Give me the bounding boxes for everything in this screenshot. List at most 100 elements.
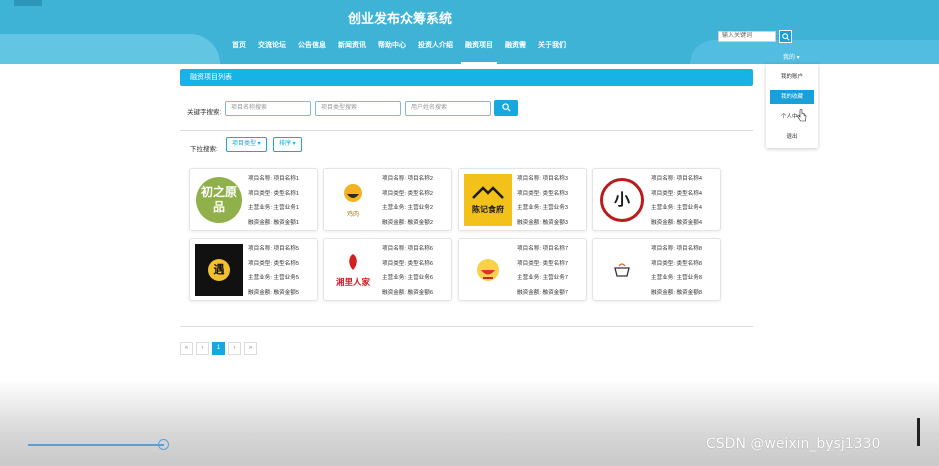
project-logo: 初之原品	[195, 174, 243, 226]
watermark: CSDN @weixin_bysj1330	[706, 436, 881, 452]
pagination-page-1[interactable]: 1	[212, 342, 225, 355]
card-project-name: 项目名称: 项目名称3	[517, 176, 568, 182]
card-project-type: 项目类型: 类型名称4	[651, 190, 702, 197]
divider	[180, 326, 753, 327]
project-card[interactable]: 项目名称: 项目名称8 项目类型: 类型名称8 主营业务: 主营业务8 融资金额…	[592, 238, 721, 301]
dropdown-search-label: 下拉搜索:	[190, 146, 218, 153]
card-project-name: 项目名称: 项目名称8	[651, 246, 702, 252]
nav-needs[interactable]: 融资需	[499, 40, 532, 60]
project-logo: 湘里人家	[329, 244, 377, 296]
header-wave-decoration-right	[690, 40, 939, 64]
logo-text: 鸡肉	[346, 212, 359, 218]
project-name-search-input[interactable]: 项目名称搜索	[225, 101, 311, 116]
video-progress-knob[interactable]	[158, 439, 169, 450]
site-title: 创业发布众筹系统	[347, 11, 452, 26]
pot-logo-icon	[614, 263, 630, 277]
project-logo: 陈记食府	[464, 174, 512, 226]
pagination-first[interactable]: «	[180, 342, 193, 355]
project-logo	[464, 244, 512, 296]
logo-text: 湘里人家	[335, 277, 370, 288]
nav-projects[interactable]: 融资项目	[459, 40, 499, 64]
project-card[interactable]: 陈记食府 项目名称: 项目名称3 项目类型: 类型名称3 主营业务: 主营业务3…	[458, 168, 587, 231]
header-search-button[interactable]	[779, 30, 792, 43]
pagination-next[interactable]: ›	[228, 342, 241, 355]
keyword-search-label: 关键字搜索:	[187, 109, 222, 116]
search-icon	[781, 33, 790, 41]
hand-cursor-icon	[797, 109, 807, 122]
card-project-name: 项目名称: 项目名称5	[248, 246, 299, 252]
user-dropdown: 我的账户 我的收藏 个人中心 退出	[766, 64, 818, 148]
card-funding-amount: 融资金额: 融资金额7	[517, 289, 568, 296]
card-funding-amount: 融资金额: 融资金额4	[651, 219, 702, 226]
card-project-name: 项目名称: 项目名称6	[382, 246, 433, 252]
project-card[interactable]: 项目名称: 项目名称7 项目类型: 类型名称7 主营业务: 主营业务7 融资金额…	[458, 238, 587, 301]
card-funding-amount: 融资金额: 融资金额2	[382, 219, 433, 226]
card-project-name: 项目名称: 项目名称7	[517, 246, 568, 252]
keyword-search-button[interactable]	[494, 100, 518, 116]
card-project-type: 项目类型: 类型名称2	[382, 190, 433, 197]
logo-text: 陈记食府	[472, 204, 504, 214]
nav-help[interactable]: 帮助中心	[372, 40, 412, 60]
nav-investors[interactable]: 投资人介绍	[412, 40, 459, 60]
card-funding-amount: 融资金额: 融资金额8	[651, 289, 702, 296]
sort-select[interactable]: 排序 ▾	[273, 137, 302, 152]
card-main-business: 主营业务: 主营业务2	[382, 205, 433, 211]
card-project-type: 项目类型: 类型名称7	[517, 260, 568, 267]
project-card[interactable]: 鸡肉 项目名称: 项目名称2 项目类型: 类型名称2 主营业务: 主营业务2 融…	[323, 168, 452, 231]
video-overlay-fade	[0, 380, 939, 466]
nav-forum[interactable]: 交流论坛	[252, 40, 292, 60]
project-card[interactable]: 湘里人家 项目名称: 项目名称6 项目类型: 类型名称6 主营业务: 主营业务6…	[323, 238, 452, 301]
card-main-business: 主营业务: 主营业务7	[517, 275, 568, 281]
list-title: 融资项目列表	[180, 69, 753, 86]
project-logo: 小	[598, 174, 646, 226]
card-main-business: 主营业务: 主营业务3	[517, 205, 568, 211]
card-main-business: 主营业务: 主营业务1	[248, 205, 299, 211]
nav-notice[interactable]: 公告信息	[292, 40, 332, 60]
logo-text: 遇	[208, 259, 230, 281]
divider	[180, 130, 753, 131]
pagination-prev[interactable]: ‹	[196, 342, 209, 355]
card-project-type: 项目类型: 类型名称8	[651, 260, 702, 267]
bowl-logo-icon	[477, 259, 499, 281]
project-card[interactable]: 小 项目名称: 项目名称4 项目类型: 类型名称4 主营业务: 主营业务4 融资…	[592, 168, 721, 231]
card-funding-amount: 融资金额: 融资金额6	[382, 289, 433, 296]
card-project-name: 项目名称: 项目名称2	[382, 176, 433, 182]
nav-home[interactable]: 首页	[226, 40, 252, 60]
project-card[interactable]: 遇 项目名称: 项目名称5 项目类型: 类型名称5 主营业务: 主营业务5 融资…	[189, 238, 318, 301]
nav-about[interactable]: 关于我们	[532, 40, 572, 60]
card-funding-amount: 融资金额: 融资金额1	[248, 219, 299, 226]
project-type-select[interactable]: 项目类型 ▾	[226, 137, 267, 152]
nav-news[interactable]: 新闻资讯	[332, 40, 372, 60]
video-progress-bar[interactable]	[28, 444, 164, 446]
logo-text: 初之原品	[196, 177, 242, 223]
card-project-type: 项目类型: 类型名称5	[248, 260, 299, 267]
dropdown-profile[interactable]: 个人中心	[766, 107, 818, 127]
edge-bar	[917, 418, 920, 446]
dropdown-my-account[interactable]: 我的账户	[766, 67, 818, 87]
pepper-logo-icon	[349, 253, 357, 270]
card-project-name: 项目名称: 项目名称4	[651, 176, 702, 182]
chicken-logo-icon	[344, 184, 362, 202]
card-funding-amount: 融资金额: 融资金额5	[248, 289, 299, 296]
pagination: « ‹ 1 › »	[180, 342, 257, 355]
pagination-last[interactable]: »	[244, 342, 257, 355]
card-main-business: 主营业务: 主营业务8	[651, 275, 702, 281]
search-icon	[501, 103, 511, 112]
user-name-search-input[interactable]: 用户姓名搜索	[405, 101, 491, 116]
logo-text: 小	[600, 178, 644, 222]
card-project-type: 项目类型: 类型名称1	[248, 190, 299, 197]
project-logo: 遇	[195, 244, 243, 296]
dropdown-my-favorites[interactable]: 我的收藏	[770, 90, 814, 104]
card-main-business: 主营业务: 主营业务5	[248, 275, 299, 281]
top-strip	[14, 0, 42, 6]
dropdown-logout[interactable]: 退出	[766, 127, 818, 147]
header-search-input[interactable]: 输入关键词	[718, 31, 776, 42]
project-card[interactable]: 初之原品 项目名称: 项目名称1 项目类型: 类型名称1 主营业务: 主营业务1…	[189, 168, 318, 231]
roof-logo-icon	[472, 186, 504, 199]
card-project-type: 项目类型: 类型名称6	[382, 260, 433, 267]
user-menu-toggle[interactable]: 我的 ▾	[783, 52, 800, 61]
project-logo: 鸡肉	[329, 174, 377, 226]
card-main-business: 主营业务: 主营业务6	[382, 275, 433, 281]
project-type-search-input[interactable]: 项目类型搜索	[315, 101, 401, 116]
project-logo	[598, 244, 646, 296]
